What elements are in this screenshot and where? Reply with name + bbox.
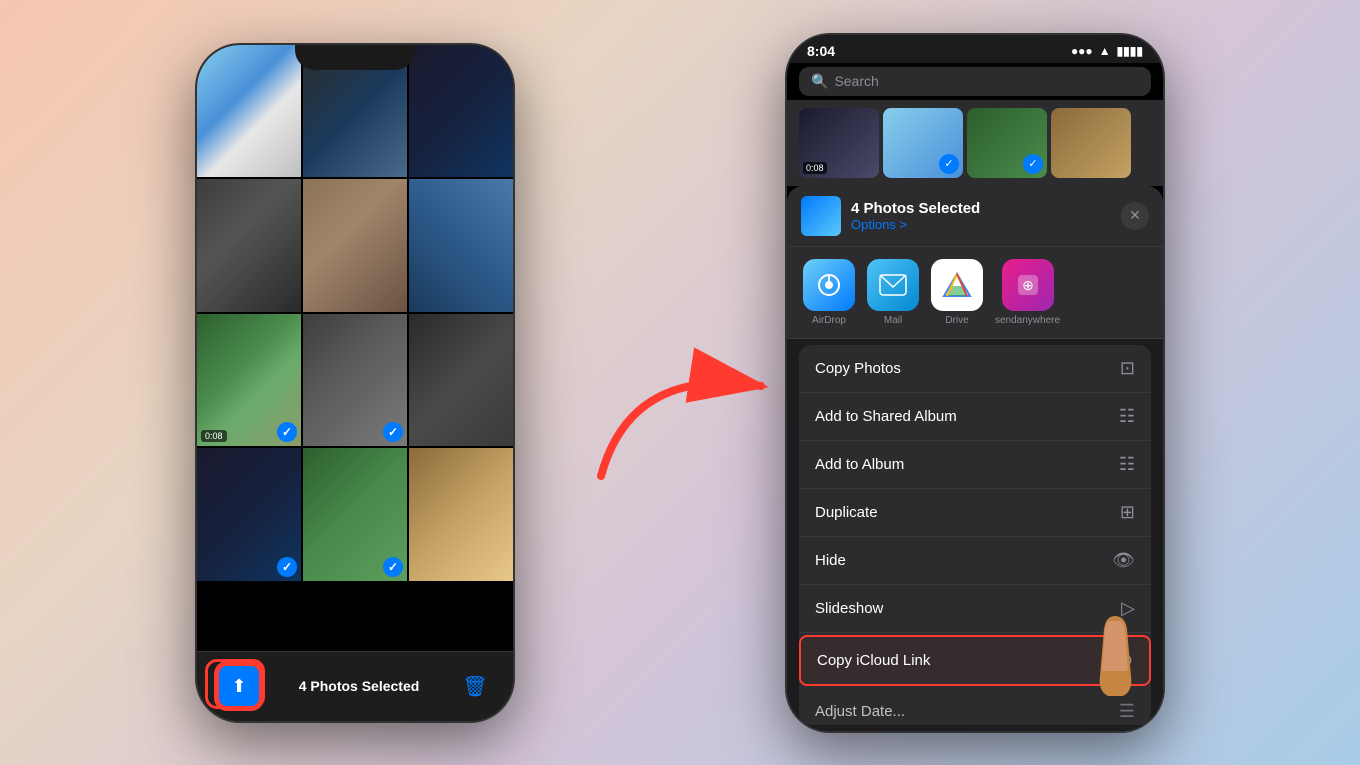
grid-cell-12[interactable] <box>409 448 513 581</box>
duplicate-icon: ⊞ <box>1120 502 1135 523</box>
hide-label: Hide <box>815 552 846 569</box>
share-thumbnail <box>801 196 841 236</box>
mail-icon <box>867 259 919 311</box>
share-header: 4 Photos Selected Options > ✕ <box>787 186 1163 247</box>
strip-check-3: ✓ <box>1023 154 1043 174</box>
svg-text:⊕: ⊕ <box>1022 277 1034 293</box>
photos-strip: 0:08 ✓ ✓ <box>787 100 1163 186</box>
strip-check-2: ✓ <box>939 154 959 174</box>
signal-icon: ●●● <box>1071 44 1093 58</box>
grid-cell-1[interactable] <box>197 45 301 178</box>
add-album-icon: ☷ <box>1119 454 1135 475</box>
share-options-link[interactable]: Options > <box>851 217 1111 232</box>
status-bar: 8:04 ●●● ▲ ▮▮▮▮ <box>787 35 1163 63</box>
video-badge: 0:08 <box>201 430 227 442</box>
airdrop-icon <box>803 259 855 311</box>
add-album-item[interactable]: Add to Album ☷ <box>799 441 1151 489</box>
search-placeholder: Search <box>834 73 878 89</box>
scene: 0:08 ⬆ 4 Photos Selected 🗑 <box>0 0 1360 765</box>
grid-cell-10[interactable] <box>197 448 301 581</box>
add-shared-album-label: Add to Shared Album <box>815 408 957 425</box>
sendanywhere-app[interactable]: ⊕ sendanywhere <box>995 259 1060 326</box>
grid-cell-6[interactable] <box>409 179 513 312</box>
sendanywhere-icon: ⊕ <box>1002 259 1054 311</box>
hide-item[interactable]: Hide 👁 <box>799 537 1151 585</box>
status-icons: ●●● ▲ ▮▮▮▮ <box>1071 44 1143 58</box>
finger-overlay <box>1088 611 1143 701</box>
grid-cell-7[interactable]: 0:08 <box>197 314 301 447</box>
airdrop-app[interactable]: AirDrop <box>803 259 855 326</box>
share-title-text: 4 Photos Selected <box>851 200 1111 217</box>
arrow-container <box>571 306 791 506</box>
close-icon: ✕ <box>1129 207 1141 224</box>
strip-photo-4 <box>1051 108 1131 178</box>
strip-photo-1: 0:08 <box>799 108 879 178</box>
adjust-date-icon: ☰ <box>1119 701 1135 722</box>
duplicate-item[interactable]: Duplicate ⊞ <box>799 489 1151 537</box>
search-bar[interactable]: 🔍 Search <box>799 67 1151 96</box>
grid-cell-11[interactable] <box>303 448 407 581</box>
drive-label: Drive <box>945 315 968 326</box>
share-close-button[interactable]: ✕ <box>1121 202 1149 230</box>
add-shared-album-item[interactable]: Add to Shared Album ☷ <box>799 393 1151 441</box>
strip-video-badge: 0:08 <box>803 162 827 174</box>
phone-screen-left: 0:08 <box>197 45 513 651</box>
red-highlight-box <box>205 659 265 709</box>
battery-icon: ▮▮▮▮ <box>1117 44 1143 58</box>
copy-photos-item[interactable]: Copy Photos ⊡ <box>799 345 1151 393</box>
arrow-svg <box>571 306 791 506</box>
grid-cell-3[interactable] <box>409 45 513 178</box>
share-title: 4 Photos Selected Options > <box>851 200 1111 232</box>
strip-photo-3: ✓ <box>967 108 1047 178</box>
add-shared-album-icon: ☷ <box>1119 406 1135 427</box>
hide-icon: 👁 <box>1112 550 1135 571</box>
drive-app[interactable]: Drive <box>931 259 983 326</box>
airdrop-label: AirDrop <box>812 315 846 326</box>
phone-right: 8:04 ●●● ▲ ▮▮▮▮ 🔍 Search 0:08 ✓ <box>785 33 1165 733</box>
trash-button[interactable]: 🗑 <box>457 668 493 704</box>
trash-icon: 🗑 <box>462 674 487 699</box>
duplicate-label: Duplicate <box>815 504 878 521</box>
photo-grid: 0:08 <box>197 45 513 581</box>
phone-screen-right: 8:04 ●●● ▲ ▮▮▮▮ 🔍 Search 0:08 ✓ <box>787 35 1163 731</box>
grid-cell-5[interactable] <box>303 179 407 312</box>
grid-cell-4[interactable] <box>197 179 301 312</box>
copy-photos-label: Copy Photos <box>815 360 901 377</box>
phone-left: 0:08 ⬆ 4 Photos Selected 🗑 <box>195 43 515 723</box>
sendanywhere-label: sendanywhere <box>995 315 1060 326</box>
phone-notch <box>295 45 415 70</box>
wifi-icon: ▲ <box>1099 44 1111 58</box>
time-display: 8:04 <box>807 43 835 59</box>
strip-photo-2: ✓ <box>883 108 963 178</box>
drive-icon <box>931 259 983 311</box>
app-icons-row: AirDrop Mail <box>787 247 1163 339</box>
copy-photos-icon: ⊡ <box>1120 358 1135 379</box>
grid-cell-9[interactable] <box>409 314 513 447</box>
slideshow-label: Slideshow <box>815 600 883 617</box>
adjust-date-label: Adjust Date... <box>815 703 905 720</box>
copy-icloud-link-label: Copy iCloud Link <box>817 652 930 669</box>
mail-label: Mail <box>884 315 902 326</box>
photos-selected-label: 4 Photos Selected <box>299 678 420 694</box>
search-icon: 🔍 <box>811 73 828 90</box>
mail-app[interactable]: Mail <box>867 259 919 326</box>
add-album-label: Add to Album <box>815 456 904 473</box>
grid-cell-8[interactable] <box>303 314 407 447</box>
finger-svg <box>1088 611 1143 701</box>
